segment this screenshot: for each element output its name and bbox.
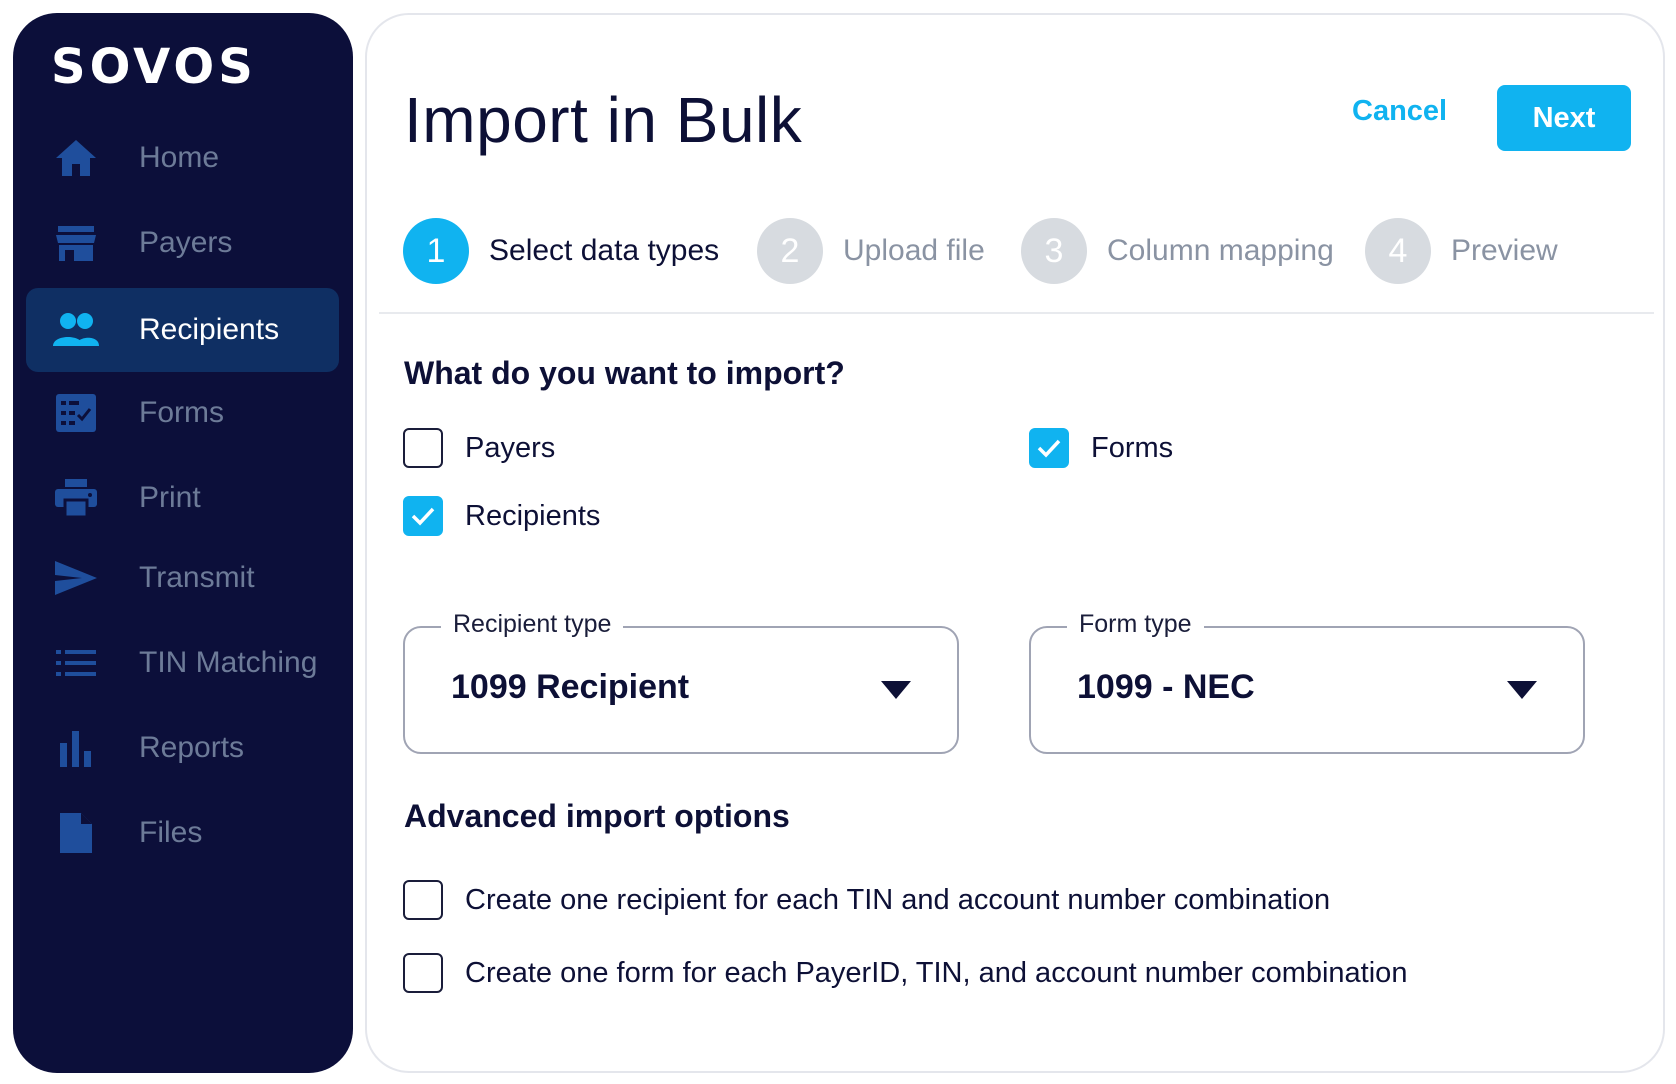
forms-checkbox-label: Forms xyxy=(1091,431,1174,464)
printer-icon xyxy=(52,474,100,522)
recipient-type-select[interactable]: Recipient type 1099 Recipient xyxy=(403,610,959,754)
step-select-data-types: 1 Select data types xyxy=(403,218,719,284)
sidebar-item-payers[interactable]: Payers xyxy=(26,201,339,285)
advanced-recipient-checkbox[interactable] xyxy=(403,880,443,920)
step-number: 3 xyxy=(1021,218,1087,284)
sovos-logo[interactable]: SOVOS xyxy=(51,39,257,95)
step-label: Select data types xyxy=(489,234,720,267)
checkmark-icon xyxy=(411,507,435,526)
payers-option[interactable]: Payers xyxy=(403,428,555,468)
chevron-down-icon xyxy=(1507,681,1537,699)
chevron-down-icon xyxy=(881,681,911,699)
recipients-checkbox-label: Recipients xyxy=(465,499,601,532)
import-card: Import in Bulk Cancel Next 1 Select data… xyxy=(365,13,1665,1073)
cancel-button[interactable]: Cancel xyxy=(1352,95,1447,128)
advanced-option-recipient[interactable]: Create one recipient for each TIN and ac… xyxy=(403,880,1330,920)
sidebar-item-label: Files xyxy=(139,816,203,849)
step-preview: 4 Preview xyxy=(1365,218,1558,284)
home-icon xyxy=(52,134,100,182)
sidebar-item-label: Forms xyxy=(139,396,224,429)
next-button[interactable]: Next xyxy=(1497,85,1631,151)
recipients-option[interactable]: Recipients xyxy=(403,496,600,536)
step-label: Preview xyxy=(1451,234,1558,267)
checklist-icon xyxy=(52,389,100,437)
sidebar-item-transmit[interactable]: Transmit xyxy=(26,536,339,620)
sidebar: SOVOS Home Payers Recipients Forms Print xyxy=(13,13,353,1073)
recipient-type-value: 1099 Recipient xyxy=(451,668,690,706)
sidebar-item-label: Recipients xyxy=(139,313,280,346)
forms-checkbox[interactable] xyxy=(1029,428,1069,468)
step-label: Column mapping xyxy=(1107,234,1334,267)
step-label: Upload file xyxy=(843,234,985,267)
sidebar-item-tin-matching[interactable]: TIN Matching xyxy=(26,621,339,705)
sidebar-item-recipients[interactable]: Recipients xyxy=(26,288,339,372)
sidebar-item-print[interactable]: Print xyxy=(26,456,339,540)
form-type-value: 1099 - NEC xyxy=(1077,668,1255,706)
sidebar-item-reports[interactable]: Reports xyxy=(26,706,339,790)
import-section-heading: What do you want to import? xyxy=(404,355,845,391)
advanced-form-checkbox[interactable] xyxy=(403,953,443,993)
bar-chart-icon xyxy=(52,724,100,772)
step-number: 2 xyxy=(757,218,823,284)
sidebar-item-label: Payers xyxy=(139,226,233,259)
file-icon xyxy=(52,809,100,857)
checkmark-icon xyxy=(1037,439,1061,458)
sidebar-item-label: Transmit xyxy=(139,561,255,594)
list-icon xyxy=(52,639,100,687)
sidebar-item-files[interactable]: Files xyxy=(26,791,339,875)
stepper-divider xyxy=(379,312,1654,314)
sidebar-item-forms[interactable]: Forms xyxy=(26,371,339,455)
advanced-section-heading: Advanced import options xyxy=(404,798,790,834)
step-number: 4 xyxy=(1365,218,1431,284)
advanced-form-label: Create one form for each PayerID, TIN, a… xyxy=(465,956,1408,989)
people-icon xyxy=(52,306,100,354)
sidebar-item-home[interactable]: Home xyxy=(26,116,339,200)
sidebar-item-label: Print xyxy=(139,481,201,514)
forms-option[interactable]: Forms xyxy=(1029,428,1173,468)
recipients-checkbox[interactable] xyxy=(403,496,443,536)
send-icon xyxy=(52,554,100,602)
recipient-type-label: Recipient type xyxy=(441,610,624,639)
sidebar-item-label: Home xyxy=(139,141,220,174)
step-number: 1 xyxy=(403,218,469,284)
sidebar-item-label: TIN Matching xyxy=(139,646,318,679)
sidebar-item-label: Reports xyxy=(139,731,245,764)
store-icon xyxy=(52,219,100,267)
advanced-option-form[interactable]: Create one form for each PayerID, TIN, a… xyxy=(403,953,1407,993)
payers-checkbox[interactable] xyxy=(403,428,443,468)
form-type-label: Form type xyxy=(1067,610,1204,639)
page-title: Import in Bulk xyxy=(404,84,803,156)
payers-checkbox-label: Payers xyxy=(465,431,556,464)
step-column-mapping: 3 Column mapping xyxy=(1021,218,1334,284)
advanced-recipient-label: Create one recipient for each TIN and ac… xyxy=(465,883,1331,916)
form-type-select[interactable]: Form type 1099 - NEC xyxy=(1029,610,1585,754)
step-upload-file: 2 Upload file xyxy=(757,218,985,284)
